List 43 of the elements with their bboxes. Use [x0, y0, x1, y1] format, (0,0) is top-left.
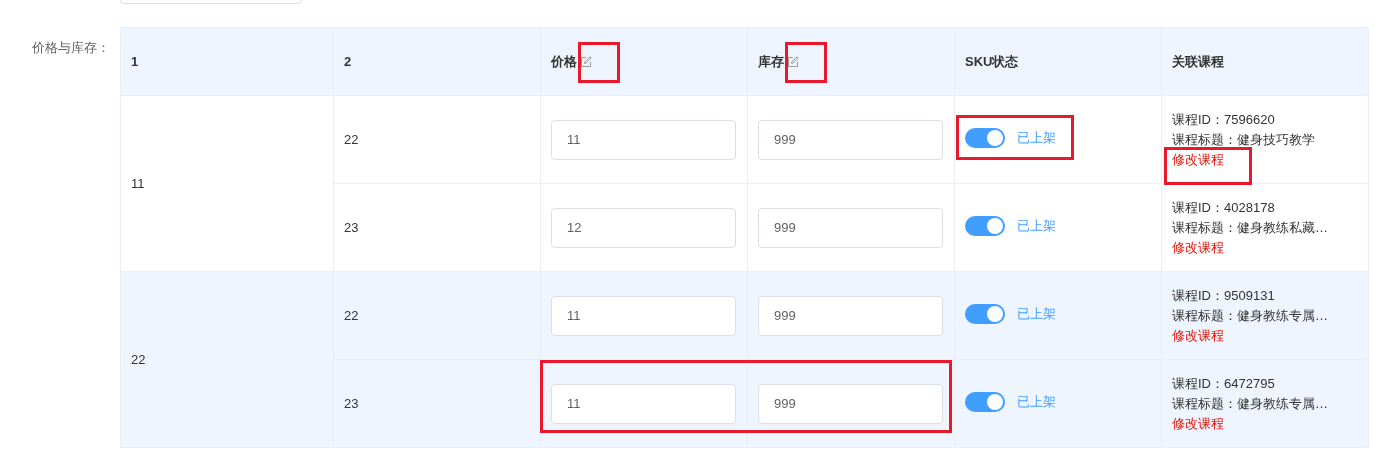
table-cell: 23 — [344, 396, 359, 411]
edit-course-link[interactable]: 修改课程 — [1172, 413, 1224, 434]
status-label: 已上架 — [1017, 129, 1056, 147]
column-header: 价格 — [551, 52, 577, 71]
course-title: 课程标题：健身教练私藏… — [1172, 218, 1329, 237]
price-field[interactable]: 12 — [551, 207, 736, 248]
edit-icon[interactable] — [787, 55, 799, 68]
toggle-switch[interactable] — [965, 304, 1005, 324]
toggle-switch[interactable] — [965, 392, 1005, 412]
stock-field[interactable]: 999 — [758, 383, 943, 424]
course-id: 课程ID：7596620 — [1172, 110, 1276, 129]
stock-field[interactable]: 999 — [758, 295, 943, 336]
column-header: 关联课程 — [1172, 52, 1224, 71]
column-header: 2 — [344, 54, 352, 69]
stock-field[interactable]: 999 — [758, 119, 943, 160]
status-label: 已上架 — [1017, 217, 1056, 235]
form-label: 价格与库存： — [31, 39, 111, 57]
table-cell: 22 — [344, 132, 359, 147]
course-id: 课程ID：9509131 — [1172, 286, 1276, 305]
course-id: 课程ID：4028178 — [1172, 198, 1276, 217]
edit-course-link[interactable]: 修改课程 — [1172, 237, 1224, 258]
table-cell: 22 — [120, 271, 334, 448]
column-header: 1 — [131, 54, 139, 69]
edit-course-link[interactable]: 修改课程 — [1172, 325, 1224, 346]
toggle-switch[interactable] — [965, 216, 1005, 236]
price-field[interactable]: 11 — [551, 383, 736, 424]
course-title: 课程标题：健身教练专属… — [1172, 306, 1329, 325]
price-field[interactable]: 11 — [551, 119, 736, 160]
course-title: 课程标题：健身技巧教学 — [1172, 130, 1316, 149]
status-label: 已上架 — [1017, 393, 1056, 411]
column-header: 库存 — [758, 52, 784, 71]
price-field[interactable]: 11 — [551, 295, 736, 336]
status-label: 已上架 — [1017, 305, 1056, 323]
edit-course-link[interactable]: 修改课程 — [1172, 149, 1224, 170]
toggle-switch[interactable] — [965, 128, 1005, 148]
course-title: 课程标题：健身教练专属… — [1172, 394, 1329, 413]
edit-icon[interactable] — [580, 55, 592, 68]
column-header: SKU状态 — [965, 52, 1019, 71]
table-cell: 11 — [120, 95, 334, 272]
course-id: 课程ID：6472795 — [1172, 374, 1276, 393]
stock-field[interactable]: 999 — [758, 207, 943, 248]
table-cell: 23 — [344, 220, 359, 235]
table-cell: 22 — [344, 308, 359, 323]
